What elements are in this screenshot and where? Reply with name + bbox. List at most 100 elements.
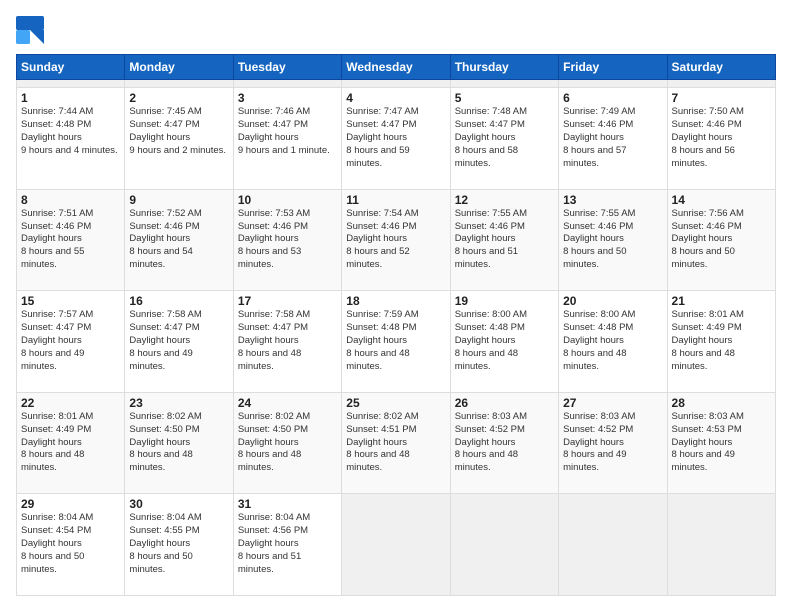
calendar-table: Sunday Monday Tuesday Wednesday Thursday… [16,54,776,596]
table-row: 14Sunrise: 7:56 AMSunset: 4:46 PMDayligh… [667,189,775,291]
day-info: Sunrise: 7:48 AMSunset: 4:47 PMDaylight … [455,106,554,170]
table-row: 31Sunrise: 8:04 AMSunset: 4:56 PMDayligh… [233,494,341,596]
calendar-week-row: 8Sunrise: 7:51 AMSunset: 4:46 PMDaylight… [17,189,776,291]
day-info: Sunrise: 8:03 AMSunset: 4:53 PMDaylight … [672,411,771,475]
day-info: Sunrise: 7:56 AMSunset: 4:46 PMDaylight … [672,208,771,272]
day-info: Sunrise: 7:58 AMSunset: 4:47 PMDaylight … [238,309,337,373]
day-number: 11 [346,193,445,207]
day-number: 22 [21,396,120,410]
day-number: 15 [21,294,120,308]
table-row: 28Sunrise: 8:03 AMSunset: 4:53 PMDayligh… [667,392,775,494]
day-info: Sunrise: 7:55 AMSunset: 4:46 PMDaylight … [563,208,662,272]
day-info: Sunrise: 8:02 AMSunset: 4:50 PMDaylight … [129,411,228,475]
table-row: 18Sunrise: 7:59 AMSunset: 4:48 PMDayligh… [342,291,450,393]
table-row [233,80,341,88]
table-row: 29Sunrise: 8:04 AMSunset: 4:54 PMDayligh… [17,494,125,596]
table-row: 10Sunrise: 7:53 AMSunset: 4:46 PMDayligh… [233,189,341,291]
day-info: Sunrise: 7:53 AMSunset: 4:46 PMDaylight … [238,208,337,272]
day-number: 17 [238,294,337,308]
table-row: 3Sunrise: 7:46 AMSunset: 4:47 PMDaylight… [233,88,341,190]
calendar-header-row: Sunday Monday Tuesday Wednesday Thursday… [17,55,776,80]
day-number: 16 [129,294,228,308]
calendar-week-row [17,80,776,88]
day-number: 26 [455,396,554,410]
day-number: 10 [238,193,337,207]
day-info: Sunrise: 8:01 AMSunset: 4:49 PMDaylight … [672,309,771,373]
table-row: 13Sunrise: 7:55 AMSunset: 4:46 PMDayligh… [559,189,667,291]
day-info: Sunrise: 7:45 AMSunset: 4:47 PMDaylight … [129,106,228,157]
table-row: 23Sunrise: 8:02 AMSunset: 4:50 PMDayligh… [125,392,233,494]
day-number: 25 [346,396,445,410]
table-row: 16Sunrise: 7:58 AMSunset: 4:47 PMDayligh… [125,291,233,393]
col-tuesday: Tuesday [233,55,341,80]
day-info: Sunrise: 7:59 AMSunset: 4:48 PMDaylight … [346,309,445,373]
day-number: 1 [21,91,120,105]
table-row [667,494,775,596]
table-row: 22Sunrise: 8:01 AMSunset: 4:49 PMDayligh… [17,392,125,494]
day-number: 13 [563,193,662,207]
table-row: 9Sunrise: 7:52 AMSunset: 4:46 PMDaylight… [125,189,233,291]
day-info: Sunrise: 8:01 AMSunset: 4:49 PMDaylight … [21,411,120,475]
day-info: Sunrise: 7:58 AMSunset: 4:47 PMDaylight … [129,309,228,373]
day-number: 18 [346,294,445,308]
general-blue-icon [16,16,44,44]
col-thursday: Thursday [450,55,558,80]
day-info: Sunrise: 7:52 AMSunset: 4:46 PMDaylight … [129,208,228,272]
table-row: 15Sunrise: 7:57 AMSunset: 4:47 PMDayligh… [17,291,125,393]
day-number: 30 [129,497,228,511]
table-row [342,494,450,596]
header [16,16,776,44]
page: Sunday Monday Tuesday Wednesday Thursday… [0,0,792,612]
table-row: 25Sunrise: 8:02 AMSunset: 4:51 PMDayligh… [342,392,450,494]
day-info: Sunrise: 7:49 AMSunset: 4:46 PMDaylight … [563,106,662,170]
day-info: Sunrise: 8:02 AMSunset: 4:50 PMDaylight … [238,411,337,475]
table-row [667,80,775,88]
table-row: 7Sunrise: 7:50 AMSunset: 4:46 PMDaylight… [667,88,775,190]
table-row: 20Sunrise: 8:00 AMSunset: 4:48 PMDayligh… [559,291,667,393]
day-number: 7 [672,91,771,105]
logo [16,16,48,44]
table-row: 26Sunrise: 8:03 AMSunset: 4:52 PMDayligh… [450,392,558,494]
day-info: Sunrise: 8:04 AMSunset: 4:54 PMDaylight … [21,512,120,576]
day-info: Sunrise: 8:00 AMSunset: 4:48 PMDaylight … [455,309,554,373]
day-info: Sunrise: 8:04 AMSunset: 4:56 PMDaylight … [238,512,337,576]
calendar-week-row: 29Sunrise: 8:04 AMSunset: 4:54 PMDayligh… [17,494,776,596]
day-info: Sunrise: 7:57 AMSunset: 4:47 PMDaylight … [21,309,120,373]
table-row: 2Sunrise: 7:45 AMSunset: 4:47 PMDaylight… [125,88,233,190]
table-row: 19Sunrise: 8:00 AMSunset: 4:48 PMDayligh… [450,291,558,393]
day-info: Sunrise: 8:02 AMSunset: 4:51 PMDaylight … [346,411,445,475]
table-row [559,494,667,596]
day-number: 23 [129,396,228,410]
day-number: 12 [455,193,554,207]
day-number: 3 [238,91,337,105]
day-info: Sunrise: 8:00 AMSunset: 4:48 PMDaylight … [563,309,662,373]
table-row [450,80,558,88]
day-number: 5 [455,91,554,105]
calendar-week-row: 22Sunrise: 8:01 AMSunset: 4:49 PMDayligh… [17,392,776,494]
table-row: 8Sunrise: 7:51 AMSunset: 4:46 PMDaylight… [17,189,125,291]
day-number: 24 [238,396,337,410]
day-number: 21 [672,294,771,308]
table-row [17,80,125,88]
table-row: 12Sunrise: 7:55 AMSunset: 4:46 PMDayligh… [450,189,558,291]
day-info: Sunrise: 8:04 AMSunset: 4:55 PMDaylight … [129,512,228,576]
table-row: 6Sunrise: 7:49 AMSunset: 4:46 PMDaylight… [559,88,667,190]
col-wednesday: Wednesday [342,55,450,80]
day-number: 19 [455,294,554,308]
table-row [559,80,667,88]
day-number: 8 [21,193,120,207]
day-info: Sunrise: 7:47 AMSunset: 4:47 PMDaylight … [346,106,445,170]
table-row: 5Sunrise: 7:48 AMSunset: 4:47 PMDaylight… [450,88,558,190]
day-number: 31 [238,497,337,511]
day-number: 14 [672,193,771,207]
calendar-week-row: 15Sunrise: 7:57 AMSunset: 4:47 PMDayligh… [17,291,776,393]
day-info: Sunrise: 7:54 AMSunset: 4:46 PMDaylight … [346,208,445,272]
day-number: 29 [21,497,120,511]
day-number: 28 [672,396,771,410]
table-row: 24Sunrise: 8:02 AMSunset: 4:50 PMDayligh… [233,392,341,494]
table-row: 17Sunrise: 7:58 AMSunset: 4:47 PMDayligh… [233,291,341,393]
day-info: Sunrise: 7:50 AMSunset: 4:46 PMDaylight … [672,106,771,170]
day-number: 2 [129,91,228,105]
col-sunday: Sunday [17,55,125,80]
day-info: Sunrise: 7:44 AMSunset: 4:48 PMDaylight … [21,106,120,157]
